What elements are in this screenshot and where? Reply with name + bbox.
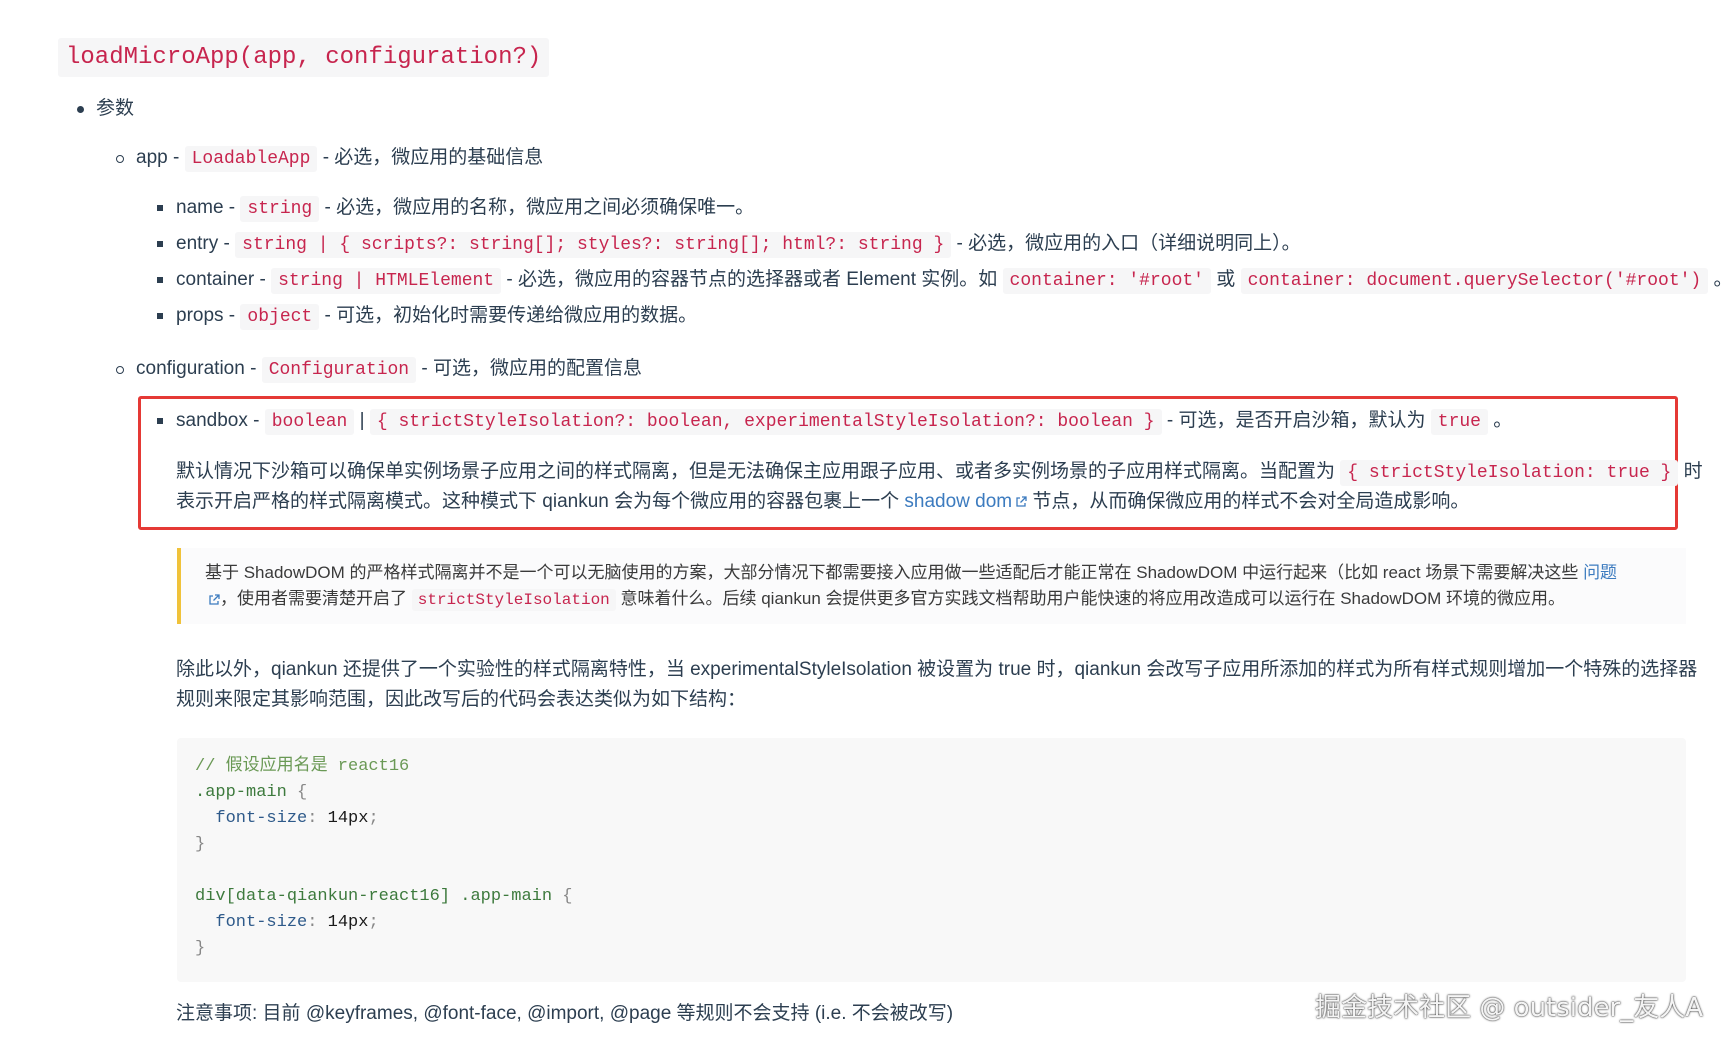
- field-type: string | { scripts?: string[]; styles?: …: [235, 232, 952, 258]
- external-link-icon[interactable]: [208, 593, 220, 606]
- tip-line1: 基于 ShadowDOM 的严格样式隔离并不是一个可以无脑使用的方案，大部分情况…: [205, 563, 1618, 582]
- dash: -: [172, 147, 180, 168]
- field-label: props -: [176, 305, 236, 326]
- param-desc: - 必选，微应用的基础信息: [322, 147, 544, 168]
- field-type: object: [240, 304, 320, 330]
- field-label: container -: [176, 269, 266, 290]
- param-name: configuration -: [136, 358, 257, 379]
- field-type: string: [240, 196, 320, 222]
- bullet: [157, 205, 163, 211]
- field-desc: - 可选，初始化时需要传递给微应用的数据。: [324, 305, 698, 326]
- code-block: // 假设应用名是 react16 .app-main { font-size:…: [177, 738, 1686, 982]
- note-text: 注意事项: 目前 @keyframes, @font-face, @import…: [176, 1003, 954, 1024]
- field-example: container: '#root': [1002, 268, 1211, 294]
- field-type: string | HTMLElement: [271, 268, 502, 294]
- bullet: [157, 277, 163, 283]
- field-example: container: document.querySelector('#root…: [1240, 268, 1709, 294]
- code-line: .app-main {: [195, 783, 308, 802]
- issues-link[interactable]: 问题: [1583, 563, 1617, 582]
- tip-block: 基于 ShadowDOM 的严格样式隔离并不是一个可以无脑使用的方案，大部分情况…: [177, 548, 1686, 624]
- field-label: name -: [176, 197, 236, 218]
- field-label: entry -: [176, 233, 230, 254]
- shadow-dom-link[interactable]: shadow dom: [904, 491, 1027, 512]
- field-type: boolean: [264, 409, 355, 435]
- code-line: font-size: 14px;: [195, 809, 379, 828]
- code-line: font-size: 14px;: [195, 913, 379, 932]
- param-type: Configuration: [261, 357, 417, 383]
- param-app: app - LoadableApp - 必选，微应用的基础信息: [136, 143, 543, 174]
- param-name: app: [136, 147, 168, 168]
- watermark: 掘金技术社区 @ outsider_友人A: [1315, 993, 1703, 1023]
- field-label: sandbox -: [176, 410, 260, 431]
- field-desc: - 必选，微应用的容器节点的选择器或者 Element 实例。如: [506, 269, 998, 290]
- field-desc: - 必选，微应用的入口（详细说明同上）。: [956, 233, 1301, 254]
- field-type: { strictStyleIsolation?: boolean, experi…: [369, 409, 1162, 435]
- para-text: 时: [1683, 461, 1703, 482]
- api-heading: loadMicroApp(app, configuration?): [58, 38, 550, 77]
- param-configuration: configuration - Configuration - 可选，微应用的配…: [136, 354, 642, 385]
- param-type: LoadableApp: [184, 146, 318, 172]
- period: 。: [1493, 410, 1513, 431]
- default-value: true: [1430, 409, 1488, 435]
- field-container: container - string | HTMLElement - 必选，微应…: [176, 265, 1731, 296]
- field-desc: - 必选，微应用的名称，微应用之间必须确保唯一。: [324, 197, 755, 218]
- field-desc: - 可选，是否开启沙箱，默认为: [1166, 410, 1426, 431]
- params-label: 参数: [96, 98, 135, 119]
- field-props: props - object - 可选，初始化时需要传递给微应用的数据。: [176, 301, 697, 332]
- experimental-line1: 除此以外，qiankun 还提供了一个实验性的样式隔离特性，当 experime…: [176, 659, 1698, 680]
- code-line: div[data-qiankun-react16] .app-main {: [195, 887, 573, 906]
- bullet: [116, 366, 124, 374]
- bullet: [157, 418, 163, 424]
- field-sandbox: sandbox - boolean | { strictStyleIsolati…: [176, 406, 1512, 437]
- sandbox-para-line2: 表示开启严格的样式隔离模式。这种模式下 qiankun 会为每个微应用的容器包裹…: [176, 487, 1469, 517]
- inline-code: strictStyleIsolation: [411, 589, 616, 611]
- period: 。: [1713, 269, 1731, 290]
- sandbox-para-line1: 默认情况下沙箱可以确保单实例场景子应用之间的样式隔离，但是无法确保主应用跟子应用…: [176, 457, 1703, 488]
- code-line: }: [195, 835, 206, 854]
- field-name: name - string - 必选，微应用的名称，微应用之间必须确保唯一。: [176, 193, 754, 224]
- bullet: [157, 241, 163, 247]
- para-text: 表示开启严格的样式隔离模式。这种模式下 qiankun 会为每个微应用的容器包裹…: [176, 491, 900, 512]
- pipe: |: [359, 410, 365, 431]
- external-link-icon: [1016, 496, 1027, 507]
- bullet: [116, 155, 124, 163]
- tip-line2: ，使用者需要清楚开启了 strictStyleIsolation 意味着什么。后…: [205, 586, 1662, 613]
- experimental-line2: 规则来限定其影响范围，因此改写后的代码会表达类似为如下结构：: [176, 689, 747, 710]
- para-text: 默认情况下沙箱可以确保单实例场景子应用之间的样式隔离，但是无法确保主应用跟子应用…: [176, 461, 1336, 482]
- bullet: [157, 313, 163, 319]
- field-entry: entry - string | { scripts?: string[]; s…: [176, 229, 1301, 260]
- code-line: // 假设应用名是 react16: [195, 757, 410, 776]
- para-text: 节点，从而确保微应用的样式不会对全局造成影响。: [1032, 491, 1470, 512]
- bullet: [77, 106, 84, 113]
- code-line: }: [195, 939, 206, 958]
- param-desc: - 可选，微应用的配置信息: [421, 358, 643, 379]
- inline-code: { strictStyleIsolation: true }: [1340, 460, 1679, 486]
- or-text: 或: [1216, 269, 1236, 290]
